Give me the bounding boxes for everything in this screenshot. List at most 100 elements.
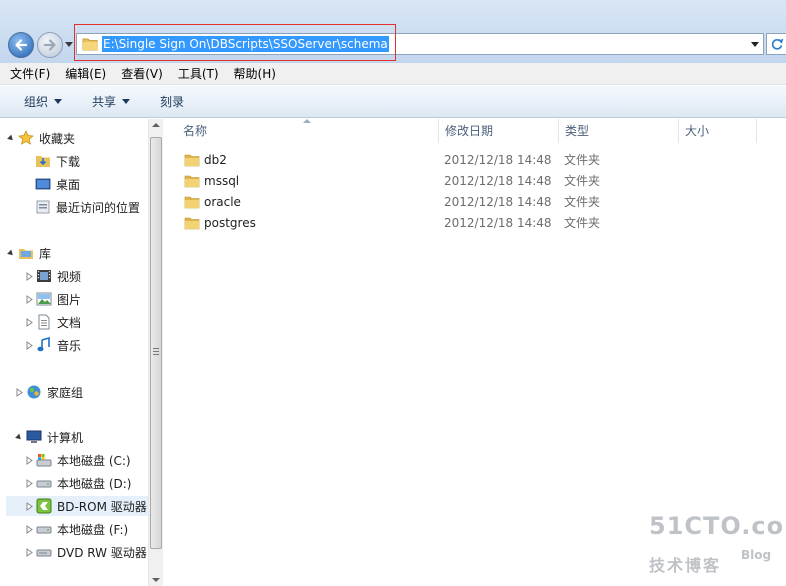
collapsed-arrow-icon[interactable] xyxy=(24,524,34,534)
menu-file[interactable]: 文件(F) xyxy=(10,65,50,82)
menu-edit[interactable]: 编辑(E) xyxy=(65,65,106,82)
refresh-icon xyxy=(771,38,784,50)
file-date: 2012/12/18 14:48 xyxy=(444,153,552,167)
collapsed-arrow-icon[interactable] xyxy=(24,478,34,488)
collapsed-arrow-icon[interactable] xyxy=(24,455,34,465)
expanded-arrow-icon[interactable] xyxy=(6,133,16,143)
nav-label: 本地磁盘 (F:) xyxy=(57,522,129,537)
burn-button[interactable]: 刻录 xyxy=(160,93,184,110)
file-date: 2012/12/18 14:48 xyxy=(444,174,552,188)
nav-libraries[interactable]: 库 xyxy=(6,243,51,263)
collapsed-arrow-icon[interactable] xyxy=(24,547,34,557)
file-name: mssql xyxy=(204,174,240,188)
bd-rom-icon xyxy=(36,498,52,514)
nav-desktop[interactable]: 桌面 xyxy=(35,174,80,194)
dvd-drive-icon xyxy=(36,549,52,557)
computer-icon xyxy=(26,430,42,443)
nav-label: 最近访问的位置 xyxy=(56,200,141,215)
nav-drive-d[interactable]: 本地磁盘 (D:) xyxy=(24,473,131,493)
nav-homegroup[interactable]: 家庭组 xyxy=(14,382,83,402)
recent-pages-dropdown[interactable] xyxy=(65,42,73,47)
scroll-up-icon[interactable] xyxy=(152,123,160,127)
organize-button[interactable]: 组织 xyxy=(24,93,63,110)
picture-icon xyxy=(36,292,52,306)
column-size[interactable]: 大小 xyxy=(679,119,757,143)
expanded-arrow-icon[interactable] xyxy=(14,432,24,442)
file-type: 文件夹 xyxy=(564,216,601,230)
collapsed-arrow-icon[interactable] xyxy=(24,317,34,327)
chevron-down-icon xyxy=(54,99,63,104)
chevron-down-icon[interactable] xyxy=(751,42,759,47)
address-bar[interactable]: E:\Single Sign On\DBScripts\SSOServer\sc… xyxy=(76,33,764,55)
nav-label: 文档 xyxy=(57,315,82,330)
command-bar: 组织 共享 刻录 xyxy=(0,86,786,118)
chevron-down-icon xyxy=(122,99,131,104)
arrow-right-icon xyxy=(43,39,56,51)
table-row[interactable]: mssql 2012/12/18 14:48 文件夹 xyxy=(164,171,786,192)
nav-pictures[interactable]: 图片 xyxy=(24,289,81,309)
navigation-pane: 收藏夹 下载 桌面 最近访问的位置 库 视频 图片 文档 音乐 家庭组 计算机 … xyxy=(0,119,148,586)
nav-computer[interactable]: 计算机 xyxy=(14,427,83,447)
nav-videos[interactable]: 视频 xyxy=(24,266,81,286)
nav-drive-f[interactable]: 本地磁盘 (F:) xyxy=(24,519,128,539)
collapsed-arrow-icon[interactable] xyxy=(24,501,34,511)
collapsed-arrow-icon[interactable] xyxy=(24,294,34,304)
table-row[interactable]: db2 2012/12/18 14:48 文件夹 xyxy=(164,150,786,171)
table-row[interactable]: postgres 2012/12/18 14:48 文件夹 xyxy=(164,213,786,234)
nav-documents[interactable]: 文档 xyxy=(24,312,81,332)
nav-label: 图片 xyxy=(57,292,82,307)
desktop-icon xyxy=(35,178,51,190)
collapsed-arrow-icon[interactable] xyxy=(24,271,34,281)
library-icon xyxy=(19,249,33,259)
scroll-down-icon[interactable] xyxy=(152,578,160,582)
star-icon xyxy=(18,130,34,145)
nav-label: 计算机 xyxy=(47,430,84,445)
column-name[interactable]: 名称 xyxy=(177,119,439,143)
refresh-button[interactable] xyxy=(766,33,786,55)
homegroup-icon xyxy=(27,385,41,399)
collapsed-arrow-icon[interactable] xyxy=(14,387,24,397)
nav-favorites[interactable]: 收藏夹 xyxy=(6,128,75,148)
nav-label: DVD RW 驱动器 xyxy=(57,545,147,560)
nav-recent[interactable]: 最近访问的位置 xyxy=(35,197,140,217)
menu-help[interactable]: 帮助(H) xyxy=(234,65,276,82)
video-icon xyxy=(37,270,51,282)
nav-downloads[interactable]: 下载 xyxy=(35,151,80,171)
nav-music[interactable]: 音乐 xyxy=(24,335,81,355)
recent-places-icon xyxy=(36,200,50,214)
organize-label: 组织 xyxy=(24,95,49,109)
collapsed-arrow-icon[interactable] xyxy=(24,340,34,350)
column-header-row: 名称 修改日期 类型 大小 xyxy=(164,119,786,143)
download-folder-icon xyxy=(36,156,50,167)
nav-label: 家庭组 xyxy=(47,385,84,400)
music-note-icon xyxy=(37,337,50,352)
watermark-sub: 技术博客 xyxy=(649,556,722,575)
menu-view[interactable]: 查看(V) xyxy=(121,65,163,82)
menu-tools[interactable]: 工具(T) xyxy=(178,65,219,82)
folder-icon xyxy=(184,196,200,209)
watermark: 51CTO.com 技术博客 Blog xyxy=(645,512,786,576)
column-date[interactable]: 修改日期 xyxy=(439,119,559,143)
scroll-thumb[interactable] xyxy=(150,137,162,549)
nav-label: 收藏夹 xyxy=(39,131,76,146)
grip-icon xyxy=(153,348,159,355)
expanded-arrow-icon[interactable] xyxy=(6,248,16,258)
folder-icon xyxy=(184,175,200,188)
watermark-blog: Blog xyxy=(741,548,772,562)
share-button[interactable]: 共享 xyxy=(92,93,131,110)
nav-label: 本地磁盘 (C:) xyxy=(57,453,131,468)
forward-button[interactable] xyxy=(37,32,63,58)
menu-bar: 文件(F) 编辑(E) 查看(V) 工具(T) 帮助(H) xyxy=(0,63,786,85)
nav-scrollbar[interactable] xyxy=(148,119,163,586)
nav-drive-c[interactable]: 本地磁盘 (C:) xyxy=(24,450,131,470)
nav-drive-bd[interactable]: BD-ROM 驱动器 xyxy=(6,496,148,516)
nav-drive-dvd[interactable]: DVD RW 驱动器 xyxy=(24,542,147,562)
address-path[interactable]: E:\Single Sign On\DBScripts\SSOServer\sc… xyxy=(102,36,389,52)
burn-label: 刻录 xyxy=(160,95,185,109)
nav-label: 下载 xyxy=(56,154,81,169)
file-type: 文件夹 xyxy=(564,195,601,209)
watermark-main: 51CTO.com xyxy=(649,512,786,540)
column-type[interactable]: 类型 xyxy=(559,119,679,143)
table-row[interactable]: oracle 2012/12/18 14:48 文件夹 xyxy=(164,192,786,213)
back-button[interactable] xyxy=(8,32,34,58)
